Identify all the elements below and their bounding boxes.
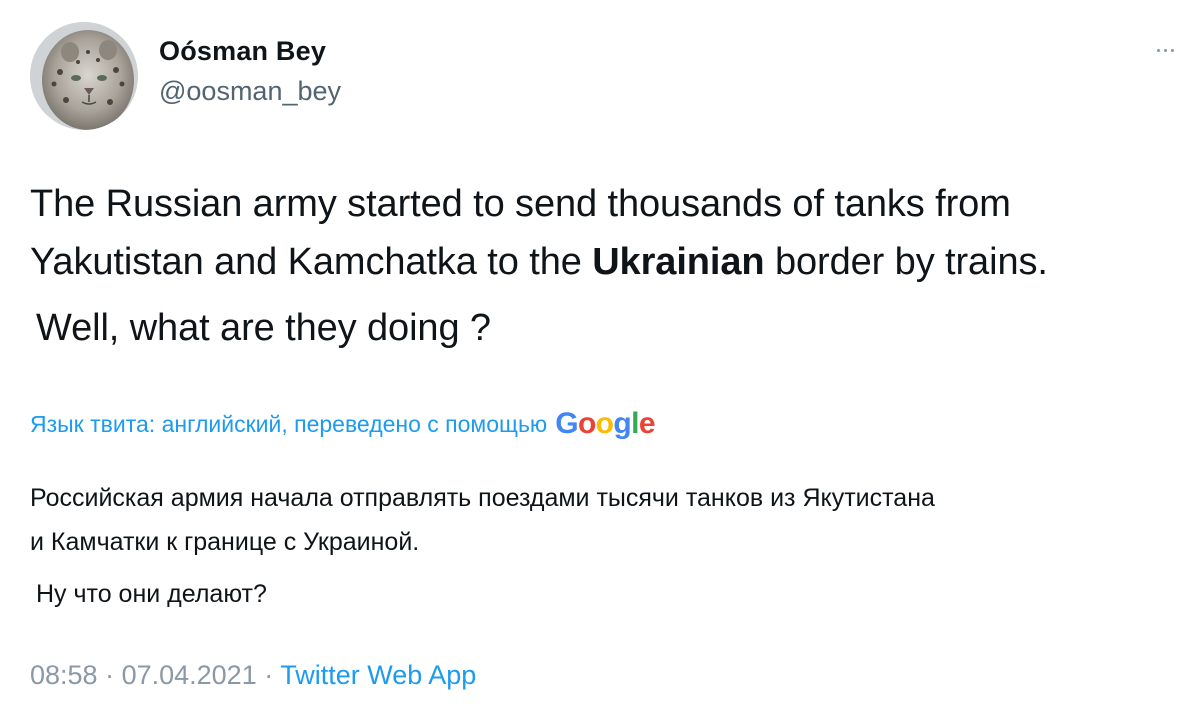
google-logo-letter: o	[595, 407, 614, 440]
tweet-line-2-end: border by trains.	[764, 241, 1048, 283]
more-horizontal-icon	[1163, 48, 1167, 52]
translation-label: Язык твита: английский, переведено с пом…	[30, 410, 548, 437]
tweet-source-link[interactable]: Twitter Web App	[280, 660, 476, 690]
translated-line-2: и Камчатки к границе с Украиной.	[30, 528, 420, 556]
avatar[interactable]	[30, 22, 138, 130]
translated-line-1: Российская армия начала отправлять поезд…	[30, 484, 935, 512]
tweet-line-2-start: Yakutistan and Kamchatka to the	[30, 241, 593, 283]
snow-leopard-avatar-icon	[30, 22, 138, 130]
translated-text: Российская армия начала отправлять поезд…	[30, 476, 1180, 616]
translated-line-3: Ну что они делают?	[36, 580, 267, 608]
more-horizontal-icon	[1156, 48, 1160, 52]
tweet-line-1: The Russian army started to send thousan…	[30, 183, 1011, 225]
tweet-time[interactable]: 08:58	[30, 660, 98, 690]
google-logo-letter: l	[631, 407, 639, 440]
tweet-text: The Russian army started to send thousan…	[30, 175, 1180, 357]
tweet-line-3: Well, what are they doing ?	[36, 307, 491, 349]
more-horizontal-icon	[1170, 48, 1174, 52]
tweet-date[interactable]: 07.04.2021	[122, 660, 257, 690]
google-logo-letter: e	[638, 407, 656, 440]
meta-separator: ·	[256, 660, 281, 690]
author-name[interactable]: Oósman Bey	[159, 36, 326, 67]
translation-attribution[interactable]: Язык твита: английский, переведено с пом…	[30, 409, 656, 439]
google-logo-letter: g	[613, 407, 632, 440]
tweet-bold-word: Ukrainian	[592, 241, 765, 283]
tweet-card: Oósman Bey @oosman_bey The Russian army …	[0, 0, 1200, 718]
google-logo-letter: G	[555, 407, 578, 440]
meta-separator: ·	[97, 660, 122, 690]
author-handle[interactable]: @oosman_bey	[159, 76, 341, 107]
tweet-line-2: Yakutistan and Kamchatka to the Ukrainia…	[30, 233, 1180, 291]
tweet-meta: 08:58 · 07.04.2021 · Twitter Web App	[30, 660, 476, 691]
more-options-button[interactable]	[1150, 38, 1180, 62]
google-logo-letter: o	[577, 407, 596, 440]
google-logo: Google	[555, 409, 655, 439]
